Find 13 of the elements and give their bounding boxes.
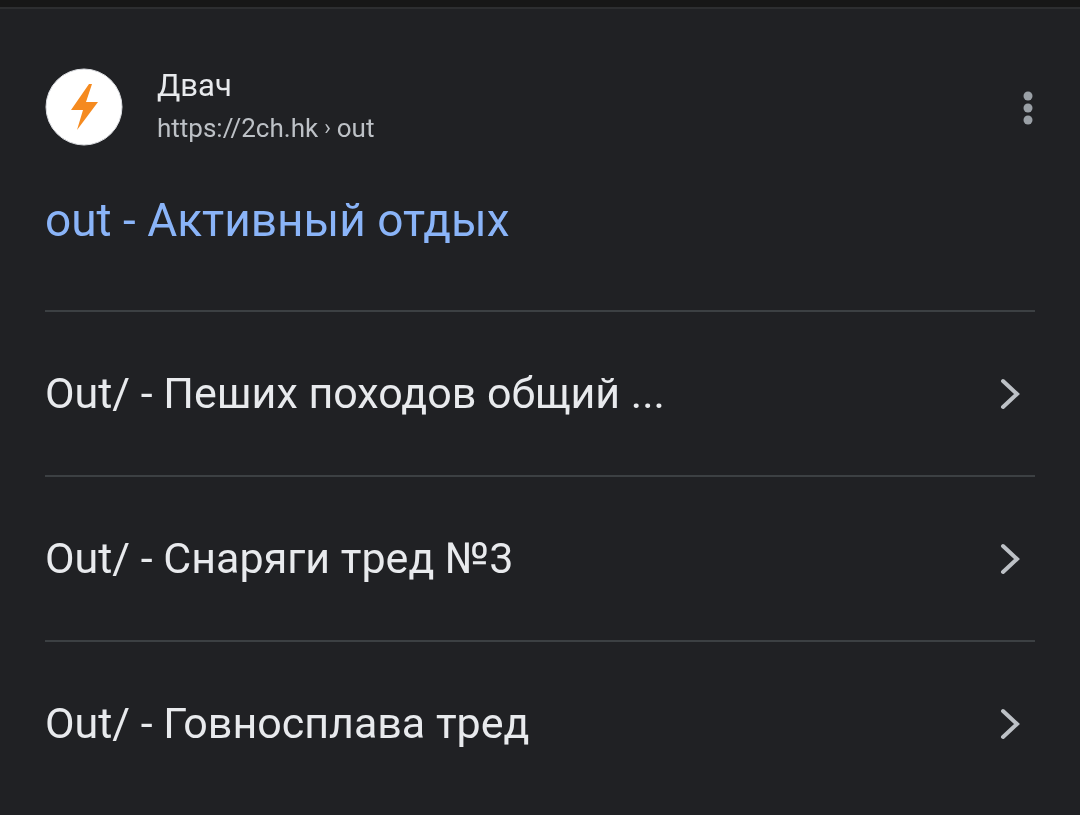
- site-name: Двач: [157, 68, 233, 104]
- sitelink-row[interactable]: Out/ - Пеших походов общий ...: [45, 312, 1035, 475]
- site-url[interactable]: https://2ch.hk: [157, 112, 319, 144]
- chevron-right-icon: [999, 541, 1021, 576]
- chevron-right-icon: [999, 376, 1021, 411]
- breadcrumb: out: [336, 112, 375, 144]
- chevron-right-icon: [999, 706, 1021, 741]
- result-title-link[interactable]: out - Активный отдых: [45, 192, 510, 248]
- sitelink-row[interactable]: Out/ - Говносплава тред: [45, 642, 1035, 805]
- sitelink-row[interactable]: Out/ - Снаряги тред №3: [45, 477, 1035, 640]
- lightning-bolt-logo-icon: [45, 68, 123, 146]
- breadcrumb-separator: ›: [324, 114, 331, 142]
- more-vertical-icon: [1023, 91, 1033, 125]
